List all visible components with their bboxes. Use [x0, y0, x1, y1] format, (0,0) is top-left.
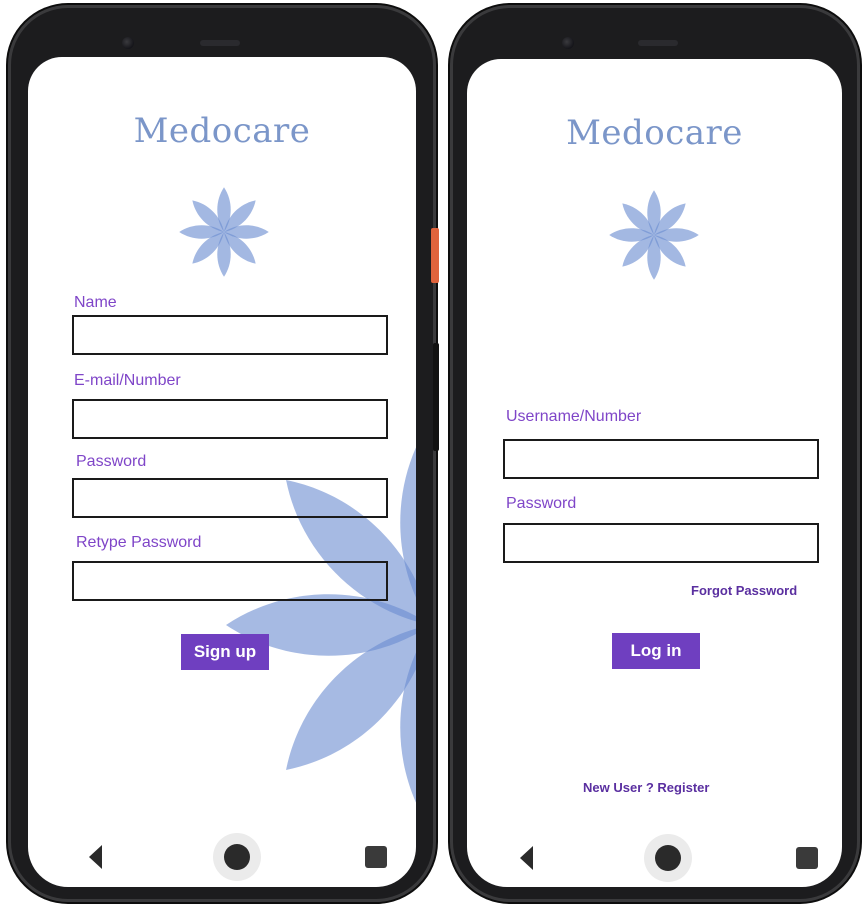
forgot-password-link[interactable]: Forgot Password	[691, 583, 797, 598]
retype-password-input[interactable]	[72, 561, 388, 601]
username-number-label: Username/Number	[506, 408, 642, 425]
brand-logo-text: Medocare	[566, 113, 743, 153]
earpiece-speaker	[638, 40, 678, 46]
recents-square-icon[interactable]	[796, 847, 818, 869]
recents-square-icon[interactable]	[365, 846, 387, 868]
email-number-label: E-mail/Number	[74, 372, 181, 389]
login-screen: Medocare Username/Number Password Forgot…	[467, 59, 842, 887]
back-triangle-icon[interactable]	[89, 845, 102, 869]
phone-frame-login: Medocare Username/Number Password Forgot…	[450, 5, 860, 902]
password-label: Password	[506, 495, 577, 512]
home-dot	[655, 845, 681, 871]
retype-password-label: Retype Password	[76, 534, 202, 551]
home-dot	[224, 844, 250, 870]
name-label: Name	[74, 294, 117, 311]
brand-logo-text: Medocare	[133, 111, 311, 151]
power-button	[431, 228, 439, 283]
front-camera-icon	[122, 37, 134, 49]
password-label: Password	[76, 453, 147, 470]
email-number-input[interactable]	[72, 399, 388, 439]
background-flower-watermark	[226, 420, 416, 825]
home-circle-icon[interactable]	[644, 834, 692, 882]
signup-screen: Medocare Name E-mail/Number Password Ret…	[28, 57, 416, 887]
front-camera-icon	[562, 37, 574, 49]
sign-up-button[interactable]: Sign up	[181, 634, 269, 670]
username-number-input[interactable]	[503, 439, 819, 479]
lotus-flower-icon	[179, 187, 269, 277]
password-input[interactable]	[72, 478, 388, 518]
log-in-button[interactable]: Log in	[612, 633, 700, 669]
phone-frame-signup: Medocare Name E-mail/Number Password Ret…	[8, 5, 439, 902]
name-input[interactable]	[72, 315, 388, 355]
earpiece-speaker	[200, 40, 240, 46]
register-link[interactable]: New User ? Register	[583, 780, 709, 795]
back-triangle-icon[interactable]	[520, 846, 533, 870]
volume-button	[433, 343, 439, 451]
password-input[interactable]	[503, 523, 819, 563]
lotus-flower-icon	[609, 190, 699, 280]
home-circle-icon[interactable]	[213, 833, 261, 881]
